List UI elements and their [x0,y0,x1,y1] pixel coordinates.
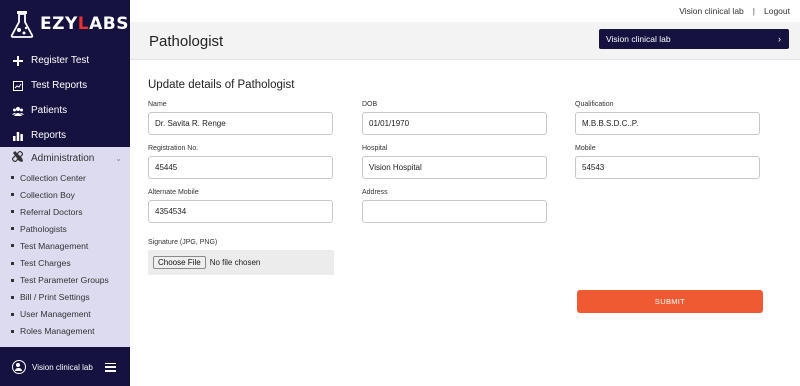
bullet-icon [11,329,14,333]
file-status: No file chosen [209,258,261,267]
sidebar-item-label: Test Reports [31,80,88,91]
brand-name: EZYLABS [40,14,129,34]
sidebar-item-reports[interactable]: Reports [0,123,130,148]
sidebar-item-register-test[interactable]: Register Test [0,48,130,73]
sidebar-subitem-user-management[interactable]: User Management [0,306,130,323]
lab-selector-label: Vision clinical lab [606,34,671,44]
sidebar-subitem-test-management[interactable]: Test Management [0,237,130,254]
bullet-icon [11,176,14,180]
app-root: EZYLABS Register Test Test Reports Patie… [0,0,800,386]
registration-input[interactable]: 45445 [148,156,333,179]
name-input[interactable]: Dr. Savita R. Renge [148,112,333,135]
topbar-separator: | [752,6,755,16]
sidebar-subitem-label: Pathologists [20,223,67,234]
bullet-icon [11,278,14,282]
bullet-icon [11,193,14,197]
sidebar-subitem-referral-doctors[interactable]: Referral Doctors [0,203,130,220]
sidebar-subitem-test-parameter-groups[interactable]: Test Parameter Groups [0,272,130,289]
form-title: Update details of Pathologist [148,79,295,91]
sidebar-subitem-test-charges[interactable]: Test Charges [0,254,130,271]
sidebar-subitem-bill-print-settings[interactable]: Bill / Print Settings [0,289,130,306]
bar-chart-icon [12,130,24,142]
tools-icon [11,150,24,165]
admin-panel: Administration ⌄ Collection Center Colle… [0,147,130,347]
page-title: Pathologist [149,33,224,50]
logo[interactable]: EZYLABS [0,0,130,48]
logout-link[interactable]: Logout [764,6,790,16]
sidebar-subitem-label: User Management [20,309,91,320]
sidebar-item-label: Register Test [31,55,90,66]
avatar-icon[interactable] [12,360,26,374]
sidebar-subitem-label: Collection Boy [20,189,75,200]
sidebar-item-label: Reports [31,130,67,141]
topbar-lab-name[interactable]: Vision clinical lab [679,6,744,16]
dob-label: DOB [362,101,378,108]
qualification-input[interactable]: M.B.B.S.D.C..P. [575,112,760,135]
address-input[interactable] [362,200,547,223]
registration-label: Registration No. [148,145,199,152]
sidebar-subitem-label: Test Management [20,240,89,251]
submit-button[interactable]: SUBMIT [577,290,763,313]
sidebar-subitem-label: Roles Management [20,326,95,337]
topbar: Vision clinical lab | Logout [130,0,800,22]
sidebar-item-patients[interactable]: Patients [0,98,130,123]
sidebar-footer: Vision clinical lab [0,348,130,386]
sidebar-subitem-label: Bill / Print Settings [20,292,90,303]
sidebar-subitem-label: Collection Center [20,172,86,183]
sidebar-item-label: Patients [31,105,68,116]
alt-mobile-input[interactable]: 4354534 [148,200,333,223]
mobile-input[interactable]: 54543 [575,156,760,179]
page-header: Pathologist Vision clinical lab › [130,22,800,60]
sidebar-item-test-reports[interactable]: Test Reports [0,73,130,98]
sidebar-subitem-label: Test Charges [20,258,71,269]
hospital-input[interactable]: Vision Hospital [362,156,547,179]
dob-input[interactable]: 01/01/1970 [362,112,547,135]
sidebar-item-label: Administration [31,152,95,164]
sidebar-item-administration[interactable]: Administration ⌄ [0,147,130,169]
bullet-icon [11,295,14,299]
lab-selector-button[interactable]: Vision clinical lab › [599,29,789,49]
sidebar: EZYLABS Register Test Test Reports Patie… [0,0,130,386]
chevron-down-icon: ⌄ [115,153,122,163]
alt-mobile-label: Alternate Mobile [148,189,199,196]
users-icon [12,105,24,117]
sidebar-subitem-roles-management[interactable]: Roles Management [0,323,130,340]
report-icon [12,80,24,92]
sidebar-subitem-collection-boy[interactable]: Collection Boy [0,186,130,203]
name-label: Name [148,101,167,108]
sidebar-subitem-collection-center[interactable]: Collection Center [0,169,130,186]
menu-icon[interactable] [105,362,116,372]
signature-label: Signature (JPG, PNG) [148,239,218,246]
bullet-icon [11,210,14,214]
choose-file-button[interactable]: Choose File [153,256,206,269]
main-nav: Register Test Test Reports Patients Repo… [0,48,130,148]
sidebar-subitem-label: Referral Doctors [20,206,83,217]
bullet-icon [11,244,14,248]
chevron-right-icon: › [778,34,781,44]
flask-logo-icon [8,9,36,39]
bullet-icon [11,312,14,316]
hospital-label: Hospital [362,145,388,152]
footer-user-name: Vision clinical lab [32,362,93,372]
sidebar-subitem-pathologists[interactable]: Pathologists [0,220,130,237]
qualification-label: Qualification [575,101,614,108]
signature-upload: Choose File No file chosen [148,250,334,275]
plus-icon [12,55,24,67]
bullet-icon [11,261,14,265]
bullet-icon [11,227,14,231]
address-label: Address [362,189,388,196]
mobile-label: Mobile [575,145,596,152]
sidebar-subitem-label: Test Parameter Groups [20,275,109,286]
